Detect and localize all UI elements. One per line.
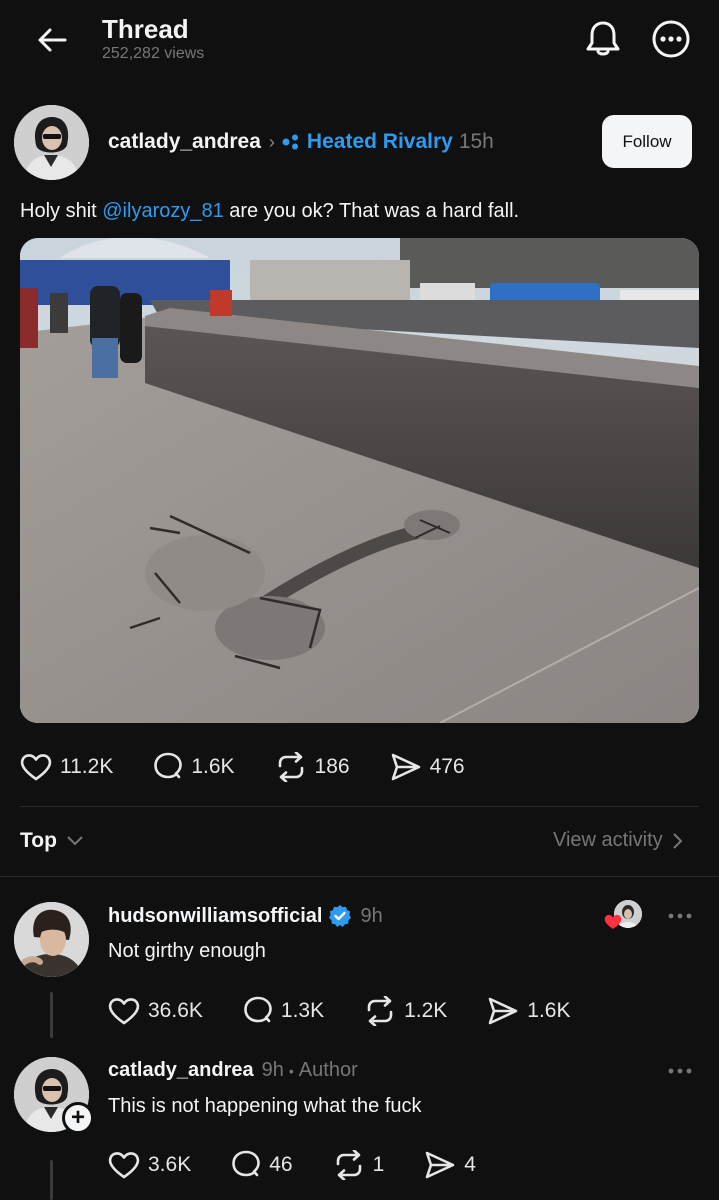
avatar[interactable]	[14, 105, 89, 180]
username-link[interactable]: catlady_andrea	[108, 1059, 254, 1082]
follow-button[interactable]: Follow	[602, 115, 692, 168]
view-activity-link[interactable]: View activity	[553, 829, 683, 852]
community-link[interactable]: Heated Rivalry	[307, 130, 453, 154]
heart-icon	[108, 1152, 140, 1179]
comment-count: 1.3K	[280, 999, 325, 1022]
username-link[interactable]: catlady_andrea	[108, 130, 261, 154]
chevron-right-icon: ›	[268, 131, 275, 152]
divider	[0, 876, 719, 877]
post-photo	[20, 238, 699, 723]
like-count: 36.6K	[148, 999, 203, 1022]
more-options-button[interactable]	[648, 16, 694, 62]
post-text-start: Holy shit	[20, 200, 103, 222]
follow-plus-button[interactable]: +	[62, 1102, 94, 1134]
more-horizontal-icon	[668, 1068, 692, 1074]
author-tag: Author	[298, 1059, 358, 1081]
view-activity-label: View activity	[553, 829, 663, 851]
arrow-left-icon	[38, 28, 67, 52]
send-icon	[391, 753, 420, 781]
post-actions: 11.2K 1.6K 186 476	[20, 752, 465, 782]
more-icon	[652, 20, 690, 58]
chevron-right-icon	[672, 832, 683, 849]
comment-icon	[154, 752, 183, 779]
separator-dot: •	[288, 1062, 294, 1079]
chevron-down-icon	[67, 836, 83, 846]
comment-button[interactable]: 46	[231, 1150, 293, 1180]
comment-count: 46	[269, 1153, 293, 1176]
post-header: catlady_andrea › Heated Rivalry 15h	[108, 130, 494, 154]
reply-actions: 36.6K 1.3K 1.2K 1.6K	[108, 996, 571, 1026]
more-horizontal-icon	[668, 913, 692, 919]
divider	[20, 806, 699, 807]
avatar-image	[14, 105, 89, 180]
heart-icon	[108, 998, 140, 1025]
repost-icon	[278, 752, 303, 782]
repost-icon	[336, 1150, 361, 1180]
repost-count: 186	[314, 755, 350, 778]
reply-text: This is not happening what the fuck	[108, 1095, 422, 1117]
heart-badge-icon	[604, 914, 622, 929]
back-button[interactable]	[30, 20, 74, 60]
send-icon	[425, 1151, 455, 1179]
reply-header: hudsonwilliamsofficial 9h	[108, 904, 383, 928]
like-count: 3.6K	[148, 1153, 192, 1176]
post-text: Holy shit @ilyarozy_81 are you ok? That …	[20, 200, 519, 223]
heart-icon	[20, 754, 52, 781]
reply-timestamp: 9h	[360, 904, 383, 927]
repost-button[interactable]: 1.2K	[364, 996, 447, 1026]
reply-more-button[interactable]	[664, 904, 696, 928]
community-icon	[281, 134, 301, 150]
repost-count: 1.2K	[404, 999, 448, 1022]
thread-line	[50, 992, 53, 1038]
reply-actions: 3.6K 46 1 4	[108, 1150, 476, 1180]
like-button[interactable]: 36.6K	[108, 997, 203, 1025]
share-button[interactable]: 4	[424, 1150, 476, 1180]
thread-line	[50, 1160, 53, 1200]
comment-icon	[232, 1150, 261, 1177]
share-button[interactable]: 476	[390, 752, 465, 782]
like-count: 11.2K	[60, 755, 114, 778]
share-button[interactable]: 1.6K	[487, 996, 571, 1026]
like-button[interactable]: 11.2K	[20, 753, 113, 781]
reply-more-button[interactable]	[664, 1059, 696, 1083]
repost-count: 1	[372, 1153, 385, 1176]
verified-badge-icon	[329, 905, 352, 927]
notifications-button[interactable]	[580, 16, 626, 62]
share-count: 1.6K	[527, 999, 571, 1022]
reply-text: Not girthy enough	[108, 940, 266, 962]
avatar-image	[14, 902, 89, 977]
sort-dropdown[interactable]: Top	[20, 829, 83, 853]
send-icon	[488, 997, 518, 1025]
share-count: 476	[429, 755, 465, 778]
repost-icon	[367, 996, 393, 1026]
share-count: 4	[464, 1153, 476, 1176]
page-title: Thread	[102, 14, 189, 44]
repost-button[interactable]: 1	[333, 1150, 385, 1180]
mention-link[interactable]: @ilyarozy_81	[102, 200, 223, 222]
comment-count: 1.6K	[191, 755, 235, 778]
like-button[interactable]: 3.6K	[108, 1151, 191, 1179]
post-timestamp: 15h	[458, 130, 494, 153]
view-count: 252,282 views	[102, 45, 205, 62]
comment-icon	[244, 996, 272, 1023]
avatar[interactable]	[14, 902, 89, 977]
sort-label: Top	[20, 829, 57, 852]
username-link[interactable]: hudsonwilliamsofficial	[108, 905, 322, 928]
repost-button[interactable]: 186	[275, 752, 350, 782]
top-bar: Thread 252,282 views	[0, 0, 719, 80]
comment-button[interactable]: 1.3K	[243, 996, 324, 1026]
post-image[interactable]	[20, 238, 699, 723]
reply-timestamp: 9h	[261, 1059, 284, 1081]
comment-button[interactable]: 1.6K	[153, 752, 235, 782]
reply-header: catlady_andrea 9h • Author	[108, 1059, 358, 1082]
bell-icon	[586, 21, 620, 56]
post-text-end: are you ok? That was a hard fall.	[223, 200, 520, 222]
